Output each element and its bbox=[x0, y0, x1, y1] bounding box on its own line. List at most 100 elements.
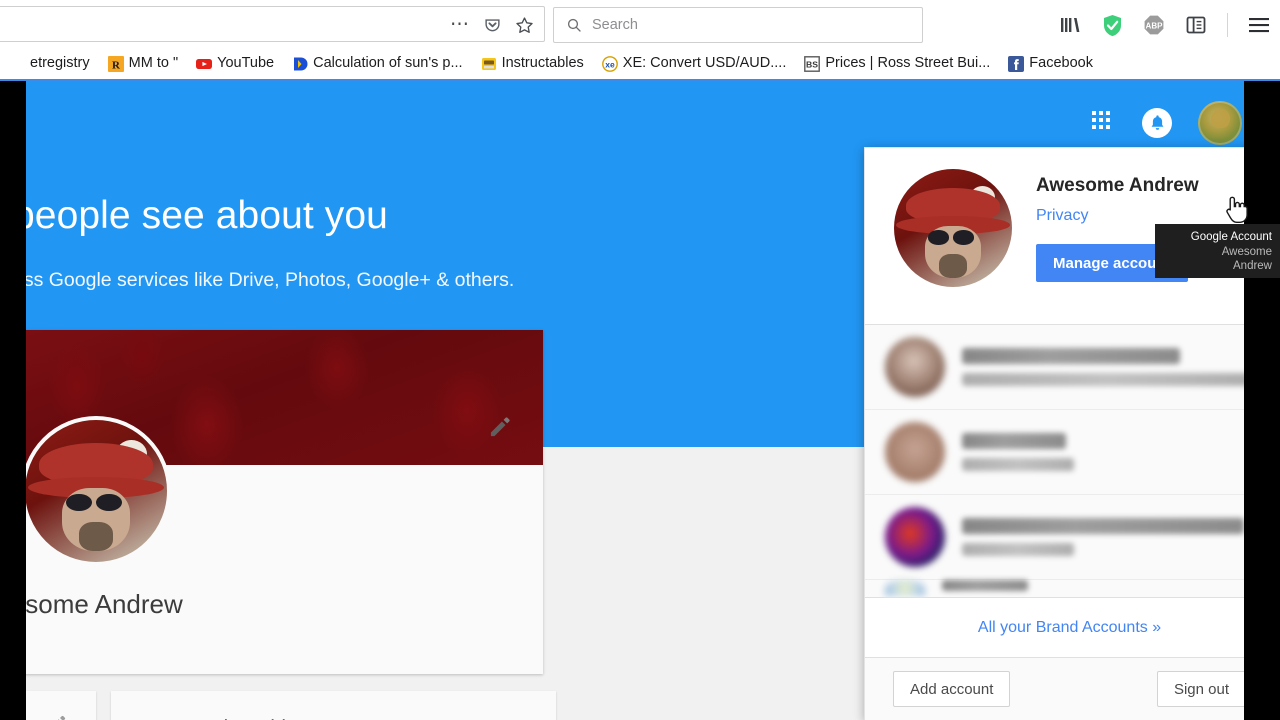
search-input[interactable]: Search bbox=[553, 7, 923, 43]
toolbar-divider bbox=[1227, 13, 1228, 37]
bookmark-item[interactable]: YouTube bbox=[187, 51, 283, 77]
privacy-link[interactable]: Privacy bbox=[1036, 207, 1088, 225]
hamburger-menu-icon[interactable] bbox=[1246, 12, 1272, 38]
account-list-item[interactable] bbox=[865, 495, 1262, 580]
page-viewport: people see about you oss Google services… bbox=[0, 81, 1280, 720]
google-apps-grid-icon[interactable] bbox=[1092, 111, 1116, 135]
svg-text:xe: xe bbox=[605, 59, 615, 69]
avatar-detail bbox=[938, 253, 968, 278]
account-panel-footer: Add account Sign out bbox=[865, 658, 1262, 720]
avatar-detail bbox=[66, 493, 92, 511]
bookmark-item[interactable]: BS Prices | Ross Street Bui... bbox=[795, 51, 999, 77]
avatar bbox=[885, 422, 945, 482]
browser-toolbar-right: ABP bbox=[1057, 9, 1272, 41]
address-bar-icons: ⋯ bbox=[450, 13, 534, 37]
avatar bbox=[885, 337, 945, 397]
tooltip-line-3: Andrew bbox=[1233, 260, 1272, 272]
google-header-icons bbox=[1092, 101, 1242, 145]
account-list-item[interactable] bbox=[865, 325, 1262, 410]
account-avatar-large bbox=[894, 169, 1012, 287]
account-avatar[interactable] bbox=[1198, 101, 1242, 145]
page-subtitle: oss Google services like Drive, Photos, … bbox=[13, 269, 515, 291]
account-list-item-text bbox=[942, 580, 1028, 591]
instructables-robot-icon bbox=[481, 57, 496, 70]
sign-out-button[interactable]: Sign out bbox=[1156, 671, 1246, 707]
search-placeholder: Search bbox=[592, 17, 638, 33]
shield-check-icon[interactable] bbox=[1099, 12, 1125, 38]
more-actions-icon[interactable]: ⋯ bbox=[450, 15, 470, 34]
youtube-icon bbox=[196, 58, 213, 69]
account-tooltip: Google Account Awesome Andrew bbox=[1155, 224, 1280, 278]
profile-card: wesome Andrew bbox=[13, 330, 543, 674]
edit-pencil-icon[interactable] bbox=[487, 414, 513, 440]
bookmark-item[interactable]: Instructables bbox=[472, 51, 593, 77]
account-list-item-text bbox=[962, 348, 1254, 386]
bookmark-label: MM to " bbox=[128, 55, 179, 72]
add-account-button[interactable]: Add account bbox=[893, 671, 1011, 707]
bookmark-item[interactable]: etregistry bbox=[0, 51, 99, 77]
svg-text:BS: BS bbox=[806, 59, 818, 69]
page-title: people see about you bbox=[13, 194, 388, 237]
generic-site-icon bbox=[9, 55, 25, 72]
account-list-item-name bbox=[942, 580, 1028, 591]
avatar bbox=[885, 580, 925, 596]
facebook-icon bbox=[1008, 55, 1025, 72]
r-letter-icon: R bbox=[107, 55, 124, 72]
search-icon bbox=[567, 18, 581, 32]
google-about-me-page: people see about you oss Google services… bbox=[13, 81, 1262, 720]
account-list-item-detail bbox=[962, 543, 1074, 556]
bookmark-item[interactable]: Calculation of sun's p... bbox=[283, 51, 471, 77]
account-list-item-detail bbox=[962, 373, 1254, 386]
account-switcher-list[interactable]: ▲ ▼ bbox=[865, 325, 1262, 597]
bookmark-label: XE: Convert USD/AUD.... bbox=[622, 55, 787, 72]
page-right-border bbox=[1244, 81, 1262, 720]
profile-avatar[interactable] bbox=[21, 416, 171, 566]
svg-text:ABP: ABP bbox=[1146, 22, 1164, 31]
browser-chrome: ⋯ Search ABP etregistry R MM to " YouTub… bbox=[0, 0, 1280, 81]
screenshot-root: ⋯ Search ABP etregistry R MM to " YouTub… bbox=[0, 0, 1280, 720]
bookmark-label: YouTube bbox=[217, 55, 275, 72]
bookmark-label: Instructables bbox=[501, 55, 584, 72]
account-list-item-text bbox=[962, 433, 1074, 471]
brand-accounts-row: All your Brand Accounts » bbox=[865, 597, 1262, 658]
tooltip-line-2: Awesome bbox=[1221, 246, 1272, 258]
blue-yellow-icon bbox=[294, 57, 308, 70]
account-list-item-name bbox=[962, 348, 1180, 364]
mouse-cursor-hand-icon bbox=[1226, 196, 1248, 223]
account-list-item-name bbox=[962, 518, 1244, 534]
avatar-detail bbox=[78, 522, 114, 551]
bs-icon: BS bbox=[804, 55, 821, 72]
page-left-border bbox=[13, 81, 26, 720]
bookmark-label: Prices | Ross Street Bui... bbox=[825, 55, 991, 72]
bookmark-item[interactable]: R MM to " bbox=[99, 51, 187, 77]
bookmarks-bar: etregistry R MM to " YouTube Calculation… bbox=[0, 48, 1280, 79]
profile-name: wesome Andrew bbox=[13, 589, 183, 619]
pocket-icon[interactable] bbox=[484, 16, 501, 34]
account-name: Awesome Andrew bbox=[1036, 175, 1199, 196]
library-icon[interactable] bbox=[1057, 12, 1083, 38]
edit-pencil-icon[interactable] bbox=[46, 713, 68, 720]
avatar-detail bbox=[953, 230, 975, 245]
notification-bell-icon[interactable] bbox=[1142, 108, 1172, 138]
bookmark-item[interactable]: Facebook bbox=[999, 51, 1102, 77]
bookmark-label: Facebook bbox=[1029, 55, 1093, 72]
account-list-item[interactable] bbox=[865, 580, 1262, 597]
address-bar[interactable]: ⋯ bbox=[0, 6, 545, 42]
xe-icon: xe bbox=[601, 55, 618, 72]
account-list-item[interactable] bbox=[865, 410, 1262, 495]
bookmark-star-icon[interactable] bbox=[515, 16, 534, 35]
reader-sidebar-icon[interactable] bbox=[1183, 12, 1209, 38]
all-brand-accounts-link[interactable]: All your Brand Accounts » bbox=[978, 619, 1161, 637]
adblock-plus-icon[interactable]: ABP bbox=[1141, 12, 1167, 38]
avatar-detail bbox=[96, 493, 122, 511]
account-list-item-name bbox=[962, 433, 1066, 449]
tooltip-title: Google Account bbox=[1190, 231, 1272, 243]
svg-text:R: R bbox=[112, 59, 121, 71]
avatar-detail bbox=[928, 230, 950, 245]
account-list-item-detail bbox=[962, 458, 1074, 471]
lower-card-right[interactable]: Your d acc hi bbox=[111, 691, 556, 720]
bookmark-item[interactable]: xe XE: Convert USD/AUD.... bbox=[593, 51, 796, 77]
avatar bbox=[885, 507, 945, 567]
bookmark-label: etregistry bbox=[30, 55, 90, 72]
account-list-item-text bbox=[962, 518, 1244, 556]
